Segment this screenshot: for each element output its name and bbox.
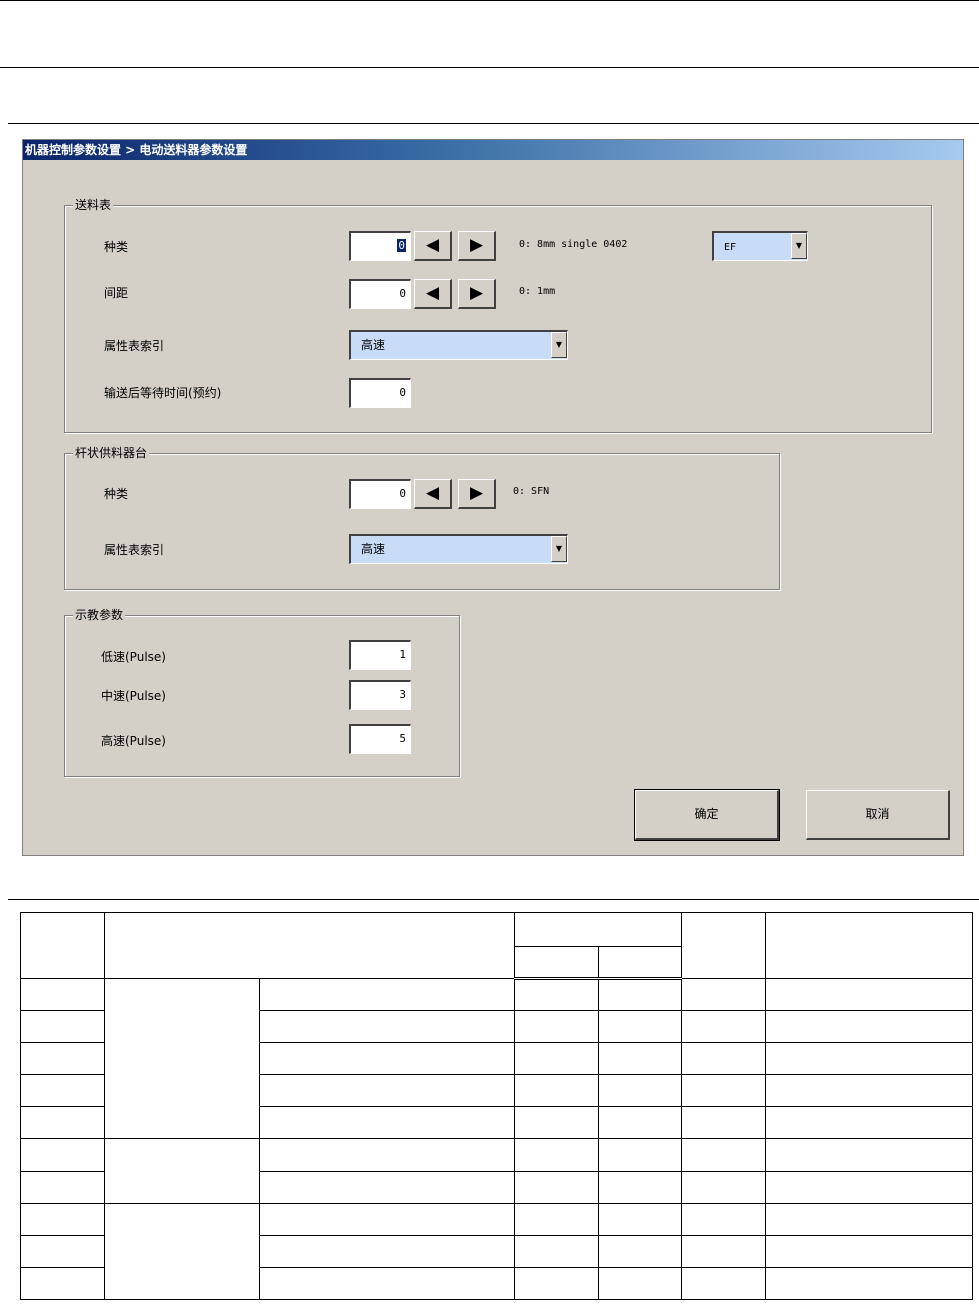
- stick-type-next-button[interactable]: ▶: [458, 479, 496, 509]
- feeder-type-info: 0: 8mm single 0402: [519, 239, 628, 250]
- dropdown-arrow-icon[interactable]: ▼: [551, 332, 567, 358]
- low-speed-input[interactable]: 1: [349, 640, 411, 670]
- feeder-kind-combo[interactable]: EF ▼: [712, 231, 808, 261]
- low-speed-label: 低速(Pulse): [101, 650, 166, 664]
- teach-params-group-title: 示教参数: [73, 607, 126, 623]
- stick-type-input[interactable]: 0: [349, 479, 411, 509]
- high-speed-label: 高速(Pulse): [101, 734, 166, 748]
- pitch-info: 0: 1mm: [519, 286, 556, 297]
- arrow-right-icon: ▶: [469, 235, 484, 255]
- top-rule-3: [8, 123, 979, 124]
- empty-parameter-table: [20, 912, 973, 1300]
- high-speed-input[interactable]: 5: [349, 724, 411, 754]
- attr-index-combo[interactable]: 高速 ▼: [349, 330, 568, 360]
- dialog-title: 机器控制参数设置 > 电动送料器参数设置: [23, 140, 963, 160]
- arrow-right-icon: ▶: [469, 283, 484, 303]
- stick-feeder-group-title: 杆状供料器台: [73, 445, 150, 461]
- stick-attr-label: 属性表索引: [104, 543, 165, 557]
- mid-speed-input[interactable]: 3: [349, 680, 411, 710]
- arrow-left-icon: ◀: [425, 235, 440, 255]
- wait-time-label: 输送后等待时间(预约): [104, 386, 222, 400]
- arrow-left-icon: ◀: [425, 483, 440, 503]
- stick-attr-value: 高速: [361, 542, 386, 556]
- ok-button[interactable]: 确定: [634, 789, 780, 841]
- stick-type-info: 0: SFN: [513, 486, 550, 497]
- attr-index-label: 属性表索引: [104, 339, 165, 353]
- feeder-type-input[interactable]: 0: [349, 231, 411, 261]
- feeder-type-label: 种类: [104, 240, 129, 254]
- stick-type-prev-button[interactable]: ◀: [414, 479, 452, 509]
- stick-type-label: 种类: [104, 487, 129, 501]
- mid-rule: [8, 899, 979, 900]
- stick-feeder-group: 杆状供料器台: [64, 445, 780, 590]
- feeder-type-prev-button[interactable]: ◀: [414, 231, 452, 261]
- table-row: [20, 1203, 973, 1300]
- pitch-next-button[interactable]: ▶: [458, 279, 496, 309]
- arrow-left-icon: ◀: [425, 283, 440, 303]
- stick-attr-combo[interactable]: 高速 ▼: [349, 534, 568, 564]
- attr-index-value: 高速: [361, 338, 386, 352]
- table-header-row: [20, 912, 973, 979]
- dropdown-arrow-icon[interactable]: ▼: [791, 233, 807, 259]
- dropdown-arrow-icon[interactable]: ▼: [551, 536, 567, 562]
- arrow-right-icon: ▶: [469, 483, 484, 503]
- mid-speed-label: 中速(Pulse): [101, 689, 166, 703]
- cancel-button[interactable]: 取消: [806, 790, 950, 840]
- pitch-input[interactable]: 0: [349, 279, 411, 309]
- feeder-kind-value: EF: [724, 242, 737, 253]
- feeder-table-group-title: 送料表: [73, 197, 114, 213]
- pitch-label: 间距: [104, 286, 129, 300]
- top-rule-2: [0, 67, 979, 68]
- top-rule-1: [0, 0, 979, 1]
- table-row: [20, 1138, 973, 1204]
- pitch-prev-button[interactable]: ◀: [414, 279, 452, 309]
- table-row: [20, 978, 973, 1139]
- feeder-type-next-button[interactable]: ▶: [458, 231, 496, 261]
- feeder-settings-dialog: 机器控制参数设置 > 电动送料器参数设置 送料表 种类 0 ◀ ▶ 0: 8mm…: [22, 139, 964, 856]
- wait-time-input[interactable]: 0: [349, 378, 411, 408]
